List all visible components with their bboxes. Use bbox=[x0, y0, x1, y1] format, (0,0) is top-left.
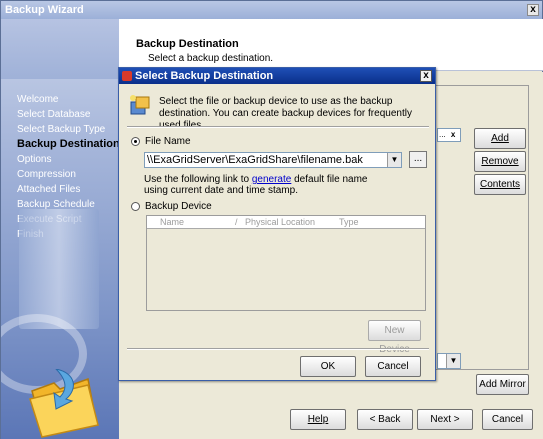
dialog-close-icon[interactable]: x bbox=[420, 70, 432, 82]
back-button[interactable]: < Back bbox=[357, 409, 413, 430]
separator bbox=[127, 348, 429, 350]
generate-link[interactable]: generate bbox=[252, 174, 291, 185]
remove-button[interactable]: Remove bbox=[474, 151, 526, 172]
help-button-label: Help bbox=[307, 414, 329, 425]
folder-icon bbox=[29, 369, 99, 438]
new-device-button[interactable]: New Device bbox=[368, 320, 421, 355]
window-titlebar: Backup Wizard x bbox=[1, 1, 542, 19]
hint-text-before: Use the following link to bbox=[144, 174, 250, 185]
wizard-sidebar: Welcome Select Database Select Backup Ty… bbox=[1, 19, 119, 439]
step-attached-files[interactable]: Attached Files bbox=[17, 182, 119, 197]
close-icon[interactable]: x bbox=[527, 4, 539, 16]
chevron-down-icon[interactable]: ▼ bbox=[446, 354, 460, 368]
select-backup-destination-dialog: Select Backup Destination x Select the f… bbox=[118, 67, 436, 381]
generate-hint: Use the following link to generate defau… bbox=[144, 174, 394, 196]
backup-wizard-window: Backup Wizard x Welcome Select Database … bbox=[0, 0, 543, 439]
small-remove-button[interactable]: x bbox=[448, 130, 455, 139]
step-select-backup-type[interactable]: Select Backup Type bbox=[17, 122, 119, 137]
step-compression[interactable]: Compression bbox=[17, 167, 119, 182]
column-physical-location[interactable]: Physical Location bbox=[245, 217, 315, 227]
add-button-label: Add bbox=[491, 133, 509, 144]
file-name-value: \\ExaGridServer\ExaGridShare\filename.ba… bbox=[147, 154, 363, 166]
chevron-down-icon[interactable]: ▼ bbox=[387, 153, 401, 167]
server-illustration bbox=[19, 209, 99, 329]
destination-combo[interactable]: ▼ bbox=[437, 353, 461, 369]
destination-list-controls: ... x bbox=[437, 128, 461, 142]
app-icon bbox=[122, 71, 132, 81]
step-options[interactable]: Options bbox=[17, 152, 119, 167]
contents-button[interactable]: Contents bbox=[474, 174, 526, 195]
step-backup-destination[interactable]: Backup Destination bbox=[17, 137, 119, 152]
window-title: Backup Wizard bbox=[5, 4, 84, 16]
cancel-button[interactable]: Cancel bbox=[482, 409, 533, 430]
grid-header: Name / Physical Location Type bbox=[147, 216, 425, 229]
sidebar-header-area bbox=[1, 19, 119, 79]
sort-icon: / bbox=[235, 217, 238, 227]
page-header: Backup Destination Select a backup desti… bbox=[119, 19, 543, 71]
backup-device-radio[interactable] bbox=[131, 202, 140, 211]
device-grid[interactable]: Name / Physical Location Type bbox=[146, 215, 426, 311]
column-type[interactable]: Type bbox=[339, 217, 359, 227]
small-browse-button[interactable]: ... bbox=[438, 130, 446, 139]
file-name-radio[interactable] bbox=[131, 137, 140, 146]
file-name-label: File Name bbox=[145, 136, 191, 147]
page-subtitle: Select a backup destination. bbox=[148, 53, 274, 64]
file-name-combo[interactable]: \\ExaGridServer\ExaGridShare\filename.ba… bbox=[144, 152, 402, 168]
next-button[interactable]: Next > bbox=[417, 409, 473, 430]
column-name[interactable]: Name bbox=[160, 217, 184, 227]
contents-button-label: Contents bbox=[479, 179, 521, 190]
remove-button-label: Remove bbox=[481, 156, 519, 167]
step-welcome[interactable]: Welcome bbox=[17, 92, 119, 107]
browse-button[interactable]: ... bbox=[409, 151, 427, 168]
separator bbox=[127, 126, 429, 128]
dialog-titlebar: Select Backup Destination x bbox=[119, 68, 435, 84]
dialog-title: Select Backup Destination bbox=[135, 70, 274, 82]
add-button[interactable]: Add bbox=[474, 128, 526, 149]
ok-button[interactable]: OK bbox=[300, 356, 356, 377]
page-title: Backup Destination bbox=[136, 38, 239, 50]
dialog-cancel-button[interactable]: Cancel bbox=[365, 356, 421, 377]
help-button[interactable]: Help bbox=[290, 409, 346, 430]
backup-device-label: Backup Device bbox=[145, 201, 212, 212]
step-select-database[interactable]: Select Database bbox=[17, 107, 119, 122]
backup-device-icon bbox=[130, 95, 150, 115]
add-mirror-button[interactable]: Add Mirror bbox=[476, 374, 529, 395]
